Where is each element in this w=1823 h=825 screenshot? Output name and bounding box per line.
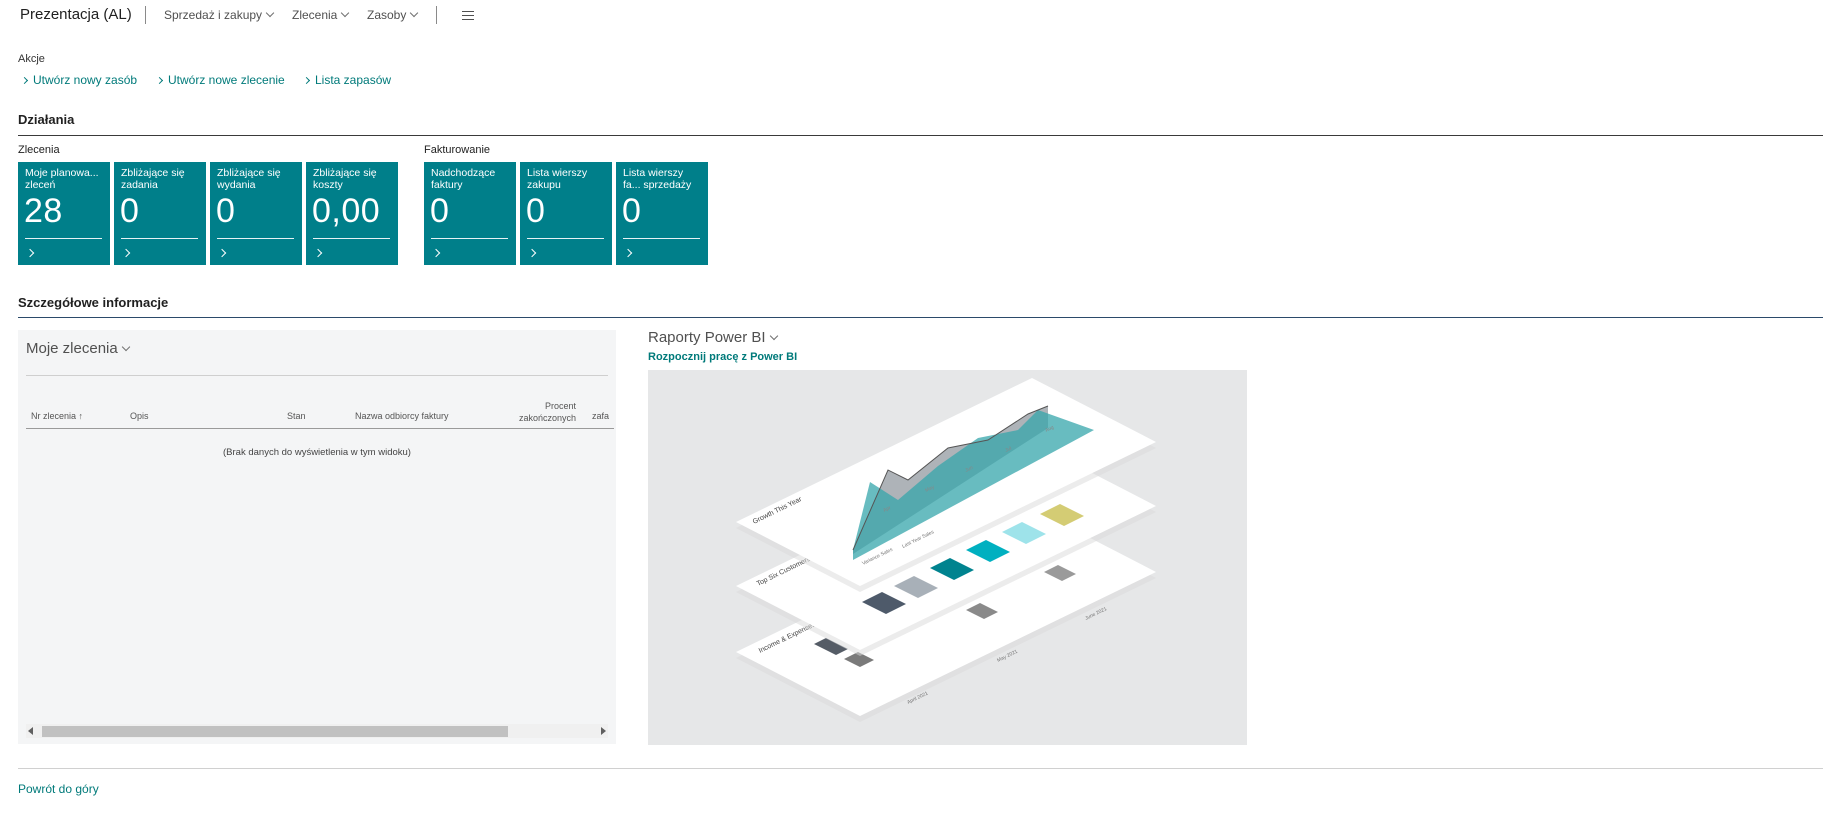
cue-tile-purchase-lines[interactable]: Lista wierszy zakupu 0: [520, 162, 612, 265]
part-title: Raporty Power BI: [648, 329, 766, 346]
nav-item-resources[interactable]: Zasoby: [367, 8, 419, 22]
cue-tile-planned-orders[interactable]: Moje planowa... zleceń 28: [18, 162, 110, 265]
cue-divider: [527, 238, 604, 239]
chevron-right-icon: [155, 76, 164, 84]
chevron-right-icon: [313, 248, 323, 258]
column-header-invoiced[interactable]: zafa: [592, 411, 609, 421]
part-title: Moje zlecenia: [26, 340, 118, 357]
action-label: Utwórz nowy zasób: [33, 73, 138, 87]
column-header-percent-completed[interactable]: Procent zakończonych: [508, 400, 576, 424]
column-header-status[interactable]: Stan: [287, 411, 306, 421]
chevron-right-icon: [20, 76, 29, 84]
action-label: Lista zapasów: [315, 73, 392, 87]
cue-caption: Zbliżające się zadania: [121, 167, 185, 191]
cue-value: 28: [24, 192, 63, 230]
scroll-right-icon[interactable]: [601, 727, 606, 735]
nav-divider: [436, 6, 437, 24]
actions-label: Akcje: [18, 53, 45, 65]
activities-title: Działania: [18, 112, 75, 127]
chevron-right-icon: [25, 248, 35, 258]
cue-caption: Lista wierszy zakupu: [527, 167, 588, 191]
cue-divider: [121, 238, 198, 239]
cue-divider: [313, 238, 390, 239]
chevron-right-icon: [527, 248, 537, 258]
chevron-down-icon: [265, 8, 275, 18]
app-title: Prezentacja (AL): [20, 6, 132, 23]
nav-item-label: Sprzedaż i zakupy: [164, 8, 263, 22]
cue-caption: Zbliżające się wydania: [217, 167, 281, 191]
powerbi-illustration: Income & Expenses April 2021 May 2021 Ju…: [648, 370, 1247, 745]
cue-value: 0: [622, 192, 642, 230]
powerbi-menu[interactable]: Raporty Power BI: [648, 329, 778, 346]
cue-divider: [217, 238, 294, 239]
cue-divider: [25, 238, 102, 239]
column-header-description[interactable]: Opis: [130, 411, 149, 421]
header-divider: [26, 428, 614, 429]
cue-caption: Nadchodzące faktury: [431, 167, 496, 191]
chevron-right-icon: [217, 248, 227, 258]
cue-caption: Lista wierszy fa... sprzedaży: [623, 167, 692, 191]
hamburger-icon[interactable]: [462, 11, 474, 23]
empty-list-message: (Brak danych do wyświetlenia w tym widok…: [223, 447, 411, 458]
chevron-down-icon: [769, 331, 778, 340]
nav-divider: [145, 6, 146, 24]
cue-caption: Moje planowa... zleceń: [25, 167, 99, 191]
chevron-right-icon: [121, 248, 131, 258]
cue-tile-upcoming-tasks[interactable]: Zbliżające się zadania 0: [114, 162, 206, 265]
cue-tile-upcoming-invoices[interactable]: Nadchodzące faktury 0: [424, 162, 516, 265]
chevron-right-icon: [623, 248, 633, 258]
nav-item-sales-purchases[interactable]: Sprzedaż i zakupy: [164, 8, 275, 22]
cue-tile-sales-invoice-lines[interactable]: Lista wierszy fa... sprzedaży 0: [616, 162, 708, 265]
cue-group-label: Fakturowanie: [424, 144, 491, 156]
back-to-top-link[interactable]: Powrót do góry: [18, 782, 99, 796]
cue-divider: [431, 238, 508, 239]
cue-value: 0: [216, 192, 236, 230]
cue-caption: Zbliżające się koszty: [313, 167, 377, 191]
cue-tile-upcoming-shipments[interactable]: Zbliżające się wydania 0: [210, 162, 302, 265]
my-orders-part: Moje zlecenia Nr zlecenia ↑ Opis Stan Na…: [18, 330, 616, 744]
cue-group-label: Zlecenia: [18, 144, 60, 156]
footer-divider: [18, 768, 1823, 769]
cue-value: 0,00: [312, 192, 381, 230]
chevron-right-icon: [302, 76, 311, 84]
cue-value: 0: [526, 192, 546, 230]
create-resource-link[interactable]: Utwórz nowy zasób: [20, 73, 138, 87]
nav-item-label: Zasoby: [367, 8, 407, 22]
nav-item-orders[interactable]: Zlecenia: [292, 8, 350, 22]
column-header-order-no[interactable]: Nr zlecenia ↑: [31, 411, 83, 421]
section-divider: [18, 317, 1823, 318]
section-divider: [18, 135, 1823, 136]
nav-item-label: Zlecenia: [292, 8, 338, 22]
scrollbar-thumb[interactable]: [42, 726, 508, 737]
powerbi-illustration-graphic: Income & Expenses April 2021 May 2021 Ju…: [736, 378, 1156, 722]
cue-divider: [623, 238, 700, 239]
inventory-list-link[interactable]: Lista zapasów: [302, 73, 392, 87]
action-label: Utwórz nowe zlecenie: [168, 73, 285, 87]
chevron-right-icon: [431, 248, 441, 258]
cue-value: 0: [120, 192, 140, 230]
column-header-bill-to-name[interactable]: Nazwa odbiorcy faktury: [355, 411, 449, 421]
horizontal-scrollbar[interactable]: [26, 724, 608, 738]
cue-tile-upcoming-costs[interactable]: Zbliżające się koszty 0,00: [306, 162, 398, 265]
divider: [26, 375, 608, 376]
scroll-left-icon[interactable]: [28, 727, 33, 735]
chevron-down-icon: [121, 342, 130, 351]
details-title: Szczegółowe informacje: [18, 295, 169, 310]
cue-value: 0: [430, 192, 450, 230]
my-orders-menu[interactable]: Moje zlecenia: [26, 340, 130, 357]
create-order-link[interactable]: Utwórz nowe zlecenie: [155, 73, 285, 87]
get-started-powerbi-link[interactable]: Rozpocznij pracę z Power BI: [648, 351, 797, 363]
chevron-down-icon: [410, 8, 419, 18]
chevron-down-icon: [341, 8, 350, 18]
